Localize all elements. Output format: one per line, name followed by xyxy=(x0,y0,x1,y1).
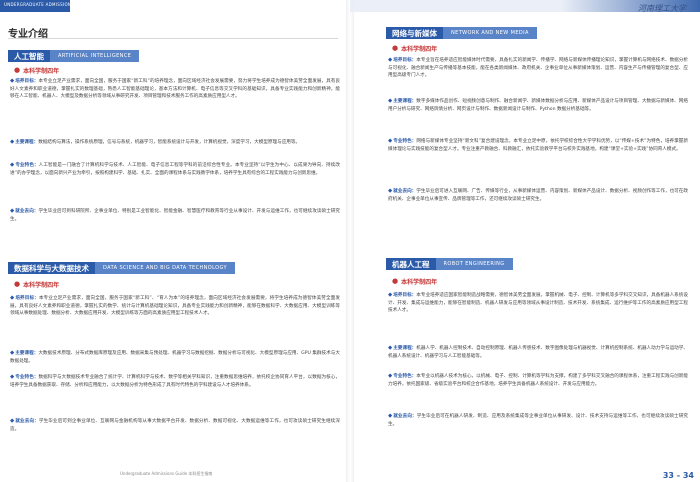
diamond-bullet-icon: ◆ xyxy=(388,57,393,63)
left-page: UNDERGRADUATE ADMISSIONS GUIDE 专业介绍 人工智能… xyxy=(0,0,350,482)
diamond-bullet-icon: ◆ xyxy=(388,138,393,144)
diamond-bullet-icon: ◆ xyxy=(10,374,15,380)
para-label: 主要课程： xyxy=(15,140,39,145)
para-label: 主要课程： xyxy=(393,346,417,351)
diamond-bullet-icon: ◆ xyxy=(10,350,15,356)
para-label: 培养目标： xyxy=(15,296,39,301)
diamond-bullet-icon: ◆ xyxy=(10,208,15,214)
bullet-dot-icon: ● xyxy=(14,66,21,74)
diamond-bullet-icon: ◆ xyxy=(10,418,15,424)
para-label: 就业去向： xyxy=(393,414,417,419)
running-head-left: UNDERGRADUATE ADMISSIONS GUIDE xyxy=(4,2,90,7)
para-label: 专业特色： xyxy=(393,139,417,144)
major-feature-para: ◆专业特色：本专业以机器人技术为核心，以机械、电子、控制、计算机等学科为支撑，构… xyxy=(388,373,688,388)
career-para: ◆就业去向：学生毕业后可在机器人研发、制造、应用及系统集成等企事业单位从事研发、… xyxy=(388,413,688,428)
major-feature-para: ◆专业特色：数据科学与大数据技术专业融合了统计学、计算机科学与技术、数学等相关学… xyxy=(10,374,340,389)
heading-divider xyxy=(8,38,338,39)
para-text: 数字多媒体作品创作、短视频创意与制作、融合新闻学、新媒体数据分析与应用、新媒体产… xyxy=(388,99,688,112)
main-courses-para: ◆主要课程：数据结构与算法，操作系统原理，信号与系统，机器学习，智能系统设计与开… xyxy=(10,139,340,147)
section-title-cn: 机器人工程 xyxy=(386,258,436,270)
diamond-bullet-icon: ◆ xyxy=(10,78,15,84)
degree-info: ● 本科学制四年 xyxy=(392,277,438,287)
diamond-bullet-icon: ◆ xyxy=(388,345,393,351)
main-courses-para: ◆主要课程：机器人学、机器人控制技术、自动控制原理、机器人传感技术、数字图像处理… xyxy=(388,345,688,360)
para-text: 学生毕业后可到企事业单位、互联网与金融机构等从事大数据平台开发、数据分析、数据可… xyxy=(10,419,340,432)
para-text: 本专业培养适应国家智能制造战略需要，德智体美劳全面发展，掌握机械、电子、控制、计… xyxy=(388,293,688,314)
para-text: 数据科学与大数据技术专业融合了统计学、计算机科学与技术、数学等相关学科知识，注重… xyxy=(10,375,340,388)
main-courses-para: ◆主要课程：大数据技术原理、分布式数据库原理及应用、数据采集与预处理、机器学习与… xyxy=(10,350,340,365)
diamond-bullet-icon: ◆ xyxy=(388,188,393,194)
degree-info: ● 本科学制四年 xyxy=(14,66,60,76)
para-label: 培养目标： xyxy=(15,79,39,84)
section-title-en: NETWORK AND NEW MEDIA xyxy=(443,27,537,39)
para-text: 学生毕业后可进入互联网、广告、传媒等行业，从事新媒体运营、内容策划、新媒体产品设… xyxy=(388,189,688,202)
training-goal-para: ◆培养目标：本专业培养适应国家智能制造战略需要，德智体美劳全面发展，掌握机械、电… xyxy=(388,292,688,315)
para-label: 培养目标： xyxy=(393,293,417,298)
section-title-cn: 人工智能 xyxy=(8,50,50,62)
para-text: 学生毕业后可到科研院所、企事业单位、特别是工业智能化、智能金融、智慧医疗和教育等… xyxy=(10,209,340,222)
degree-text: 本科学制四年 xyxy=(401,279,438,286)
page-numbers: 33 - 34 xyxy=(662,471,694,480)
right-page: 河南理工大学 网络与新媒体 NETWORK AND NEW MEDIA ● 本科… xyxy=(350,0,700,482)
degree-text: 本科学制四年 xyxy=(23,282,60,289)
para-text: 本专业立足产业需求，面向全国，服务于国家“新工科”、“育人为本”的培养理念，面向… xyxy=(10,296,340,317)
left-top-bar: UNDERGRADUATE ADMISSIONS GUIDE xyxy=(0,0,90,12)
footer-text: Undergraduate Admissions Guide 本科招生指南 xyxy=(120,471,213,476)
para-text: 网络与新媒体专业坚持“新文科”复合建设理念，本专业立足中原，依托学校综合性大学学… xyxy=(388,139,688,152)
bullet-dot-icon: ● xyxy=(392,44,399,52)
para-text: 数据结构与算法，操作系统原理，信号与系统，机器学习，智能系统设计与开发，计算机视… xyxy=(38,140,301,145)
section-title-en: ROBOT ENGINEERING xyxy=(435,258,513,270)
diamond-bullet-icon: ◆ xyxy=(10,162,15,168)
diamond-bullet-icon: ◆ xyxy=(10,295,15,301)
para-text: 本专业旨在培养适应智能媒体时代需要，具备扎实的新闻学、传播学、网络与新媒体传播理… xyxy=(388,58,688,79)
major-feature-para: ◆专业特色：网络与新媒体专业坚持“新文科”复合建设理念，本专业立足中原，依托学校… xyxy=(388,138,688,153)
training-goal-para: ◆培养目标：本专业立足产业需求，面向全国，服务于国家“新工科”的培养理念，面向区… xyxy=(10,78,340,101)
para-label: 就业去向： xyxy=(15,419,39,424)
diamond-bullet-icon: ◆ xyxy=(10,139,15,145)
career-para: ◆就业去向：学生毕业后可到科研院所、企事业单位、特别是工业智能化、智能金融、智慧… xyxy=(10,208,340,223)
para-text: 机器人学、机器人控制技术、自动控制原理、机器人传感技术、数字图像处理与机器视觉、… xyxy=(388,346,688,359)
section-header-data-science: 数据科学与大数据技术 DATA SCIENCE AND BIG DATA TEC… xyxy=(8,262,235,274)
para-label: 就业去向： xyxy=(393,189,417,194)
section-title-en: DATA SCIENCE AND BIG DATA TECHNOLOGY xyxy=(95,262,235,274)
training-goal-para: ◆培养目标：本专业旨在培养适应智能媒体时代需要，具备扎实的新闻学、传播学、网络与… xyxy=(388,57,688,80)
section-header-robotics: 机器人工程 ROBOT ENGINEERING xyxy=(386,258,513,270)
para-text: 大数据技术原理、分布式数据库原理及应用、数据采集与预处理、机器学习与数据挖掘、数… xyxy=(10,351,340,364)
section-title-cn: 网络与新媒体 xyxy=(386,27,443,39)
para-label: 专业特色： xyxy=(393,374,417,379)
bullet-dot-icon: ● xyxy=(14,280,21,288)
career-para: ◆就业去向：学生毕业后可进入互联网、广告、传媒等行业，从事新媒体运营、内容策划、… xyxy=(388,188,688,203)
section-title-en: ARTIFICIAL INTELLIGENCE xyxy=(50,50,140,62)
degree-info: ● 本科学制四年 xyxy=(392,44,438,54)
career-para: ◆就业去向：学生毕业后可到企事业单位、互联网与金融机构等从事大数据平台开发、数据… xyxy=(10,418,340,433)
diamond-bullet-icon: ◆ xyxy=(388,98,393,104)
section-header-ai: 人工智能 ARTIFICIAL INTELLIGENCE xyxy=(8,50,140,62)
right-top-bar: 河南理工大学 xyxy=(350,0,700,13)
bullet-dot-icon: ● xyxy=(392,277,399,285)
degree-text: 本科学制四年 xyxy=(23,68,60,75)
degree-text: 本科学制四年 xyxy=(401,46,438,53)
major-feature-para: ◆专业特色：人工智能是一门融合了计算机科学与技术、人工智能、电子信息工程等学科的… xyxy=(10,162,340,177)
degree-info: ● 本科学制四年 xyxy=(14,280,60,290)
para-text: 人工智能是一门融合了计算机科学与技术、人工智能、电子信息工程等学科的前沿综合性专… xyxy=(10,163,340,176)
para-text: 本专业立足产业需求，面向全国，服务于国家“新工科”的培养理念，面向区域经济社会发… xyxy=(10,79,340,100)
diamond-bullet-icon: ◆ xyxy=(388,413,393,419)
section-title-cn: 数据科学与大数据技术 xyxy=(8,262,95,274)
section-header-new-media: 网络与新媒体 NETWORK AND NEW MEDIA xyxy=(386,27,537,39)
diamond-bullet-icon: ◆ xyxy=(388,373,393,379)
para-label: 培养目标： xyxy=(393,58,417,63)
para-label: 主要课程： xyxy=(15,351,39,356)
para-text: 本专业以机器人技术为核心，以机械、电子、控制、计算机等学科为支撑，构建了多学科交… xyxy=(388,374,688,387)
training-goal-para: ◆培养目标：本专业立足产业需求，面向全国，服务于国家“新工科”、“育人为本”的培… xyxy=(10,295,340,318)
para-label: 专业特色： xyxy=(15,163,39,168)
main-courses-para: ◆主要课程：数字多媒体作品创作、短视频创意与制作、融合新闻学、新媒体数据分析与应… xyxy=(388,98,688,113)
brand-logo-text: 河南理工大学 xyxy=(638,4,686,13)
para-label: 就业去向： xyxy=(15,209,39,214)
para-label: 专业特色： xyxy=(15,375,39,380)
para-text: 学生毕业后可在机器人研发、制造、应用及系统集成等企事业单位从事研发、设计、技术支… xyxy=(388,414,688,427)
diamond-bullet-icon: ◆ xyxy=(388,292,393,298)
brochure-spread: UNDERGRADUATE ADMISSIONS GUIDE 专业介绍 人工智能… xyxy=(0,0,700,482)
para-label: 主要课程： xyxy=(393,99,417,104)
